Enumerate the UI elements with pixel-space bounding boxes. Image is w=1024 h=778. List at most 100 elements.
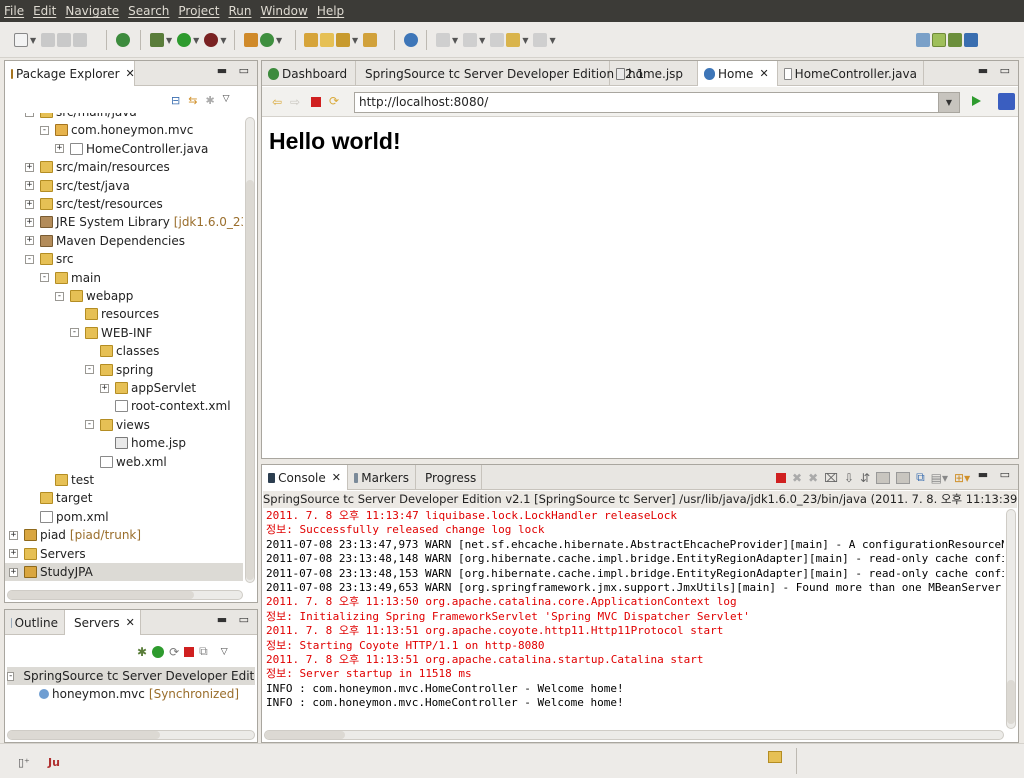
minimize-maximize-icon[interactable]: ▬ ▭	[978, 64, 1014, 77]
tree-item[interactable]: + Maven Dependencies	[25, 232, 185, 250]
minimize-maximize-icon[interactable]: ▬ ▭	[217, 613, 253, 626]
refresh-icon[interactable]: ⟳	[329, 94, 339, 108]
publish-icon[interactable]: ⧉	[199, 644, 208, 659]
go-icon[interactable]	[972, 96, 981, 106]
tree-item[interactable]: classes	[85, 342, 159, 360]
chevron-down-icon[interactable]: ▼	[193, 36, 199, 45]
expand-icon[interactable]: +	[9, 549, 18, 559]
tree-item[interactable]: + src/main/resources	[25, 158, 170, 176]
scroll-lock-icon[interactable]: ⇩	[844, 471, 854, 485]
scrollbar-thumb[interactable]	[265, 731, 345, 739]
collapse-all-icon[interactable]: ⊟	[171, 94, 180, 107]
menu-navigate[interactable]: Navigate	[65, 4, 119, 18]
menu-search[interactable]: Search	[128, 4, 169, 18]
debug-server-icon[interactable]: ✱	[137, 645, 147, 659]
task-icon[interactable]	[363, 33, 378, 47]
collapse-icon[interactable]: -	[25, 254, 34, 264]
menu-help[interactable]: Help	[317, 4, 344, 18]
menu-window[interactable]: Window	[260, 4, 307, 18]
scrollbar-thumb[interactable]	[8, 731, 160, 739]
tree-item[interactable]: target	[25, 489, 93, 507]
url-field[interactable]: http://localhost:8080/	[354, 92, 960, 113]
tree-item[interactable]: + JRE System Library[jdk1.6.0_23]	[25, 213, 243, 231]
tree-item[interactable]: home.jsp	[100, 434, 186, 452]
new-console-icon[interactable]: ⊞▾	[954, 471, 970, 485]
tree-item[interactable]: - main	[40, 269, 101, 287]
close-icon[interactable]: ✕	[126, 67, 135, 80]
show-stdout-icon[interactable]: ⇵	[860, 471, 870, 485]
minimize-maximize-icon[interactable]: ▬ ▭	[217, 64, 253, 77]
minimize-maximize-icon[interactable]: ▬ ▭	[978, 468, 1014, 481]
menu-run[interactable]: Run	[228, 4, 251, 18]
tree-item[interactable]: + Servers	[9, 545, 86, 563]
tree-item[interactable]: + piad [piad/trunk]	[9, 526, 141, 544]
junit-icon[interactable]: Ju	[48, 756, 60, 769]
tree-item[interactable]: - spring	[85, 361, 153, 379]
back-icon[interactable]	[506, 33, 521, 47]
server-row[interactable]: - SpringSource tc Server Developer Editi…	[7, 667, 255, 685]
tab-dashboard[interactable]: Dashboard	[262, 61, 356, 86]
expand-icon[interactable]: +	[55, 144, 64, 154]
tree-item[interactable]: - views	[85, 416, 150, 434]
tree-item[interactable]: + src/test/resources	[25, 195, 163, 213]
horizontal-scrollbar[interactable]	[7, 590, 243, 600]
tab-console[interactable]: Console ✕	[262, 465, 348, 490]
collapse-icon[interactable]: -	[70, 328, 79, 338]
vertical-scrollbar[interactable]	[245, 117, 255, 583]
print-icon[interactable]	[73, 33, 88, 47]
collapse-icon[interactable]: -	[55, 291, 64, 301]
tree-item[interactable]: - src/main/java	[25, 113, 137, 121]
tab-outline[interactable]: Outline	[5, 610, 65, 635]
stop-icon[interactable]	[311, 97, 321, 107]
tree-item[interactable]: - WEB-INF	[70, 324, 152, 342]
collapse-icon[interactable]: -	[25, 113, 34, 117]
close-icon[interactable]: ✕	[126, 616, 135, 629]
chevron-down-icon[interactable]: ▼	[549, 36, 555, 45]
close-icon[interactable]: ✕	[332, 471, 341, 484]
expand-icon[interactable]: +	[25, 181, 34, 191]
open-type-icon[interactable]	[304, 33, 318, 47]
open-perspective-icon[interactable]	[916, 33, 930, 47]
chevron-down-icon[interactable]: ▼	[30, 36, 36, 45]
terminate-icon[interactable]	[776, 472, 786, 483]
forward-icon[interactable]: ⇨	[290, 95, 300, 109]
horizontal-scrollbar[interactable]	[7, 730, 255, 740]
scrollbar-thumb[interactable]	[1007, 680, 1015, 724]
link-editor-icon[interactable]: ⇆	[188, 94, 197, 107]
profile-server-icon[interactable]: ⟳	[169, 645, 179, 659]
display-console-icon[interactable]: ⧉	[916, 470, 925, 485]
url-dropdown-button[interactable]: ▼	[938, 93, 959, 112]
tab-markers[interactable]: Markers	[348, 465, 416, 490]
last-edit-icon[interactable]	[490, 33, 505, 47]
tree-item[interactable]: + HomeController.java	[55, 140, 208, 158]
tree-item[interactable]: - webapp	[55, 287, 133, 305]
collapse-icon[interactable]: -	[85, 420, 94, 430]
chevron-down-icon[interactable]: ▼	[352, 36, 358, 45]
expand-icon[interactable]: +	[25, 162, 34, 172]
pencil-icon[interactable]	[336, 33, 350, 47]
menu-file[interactable]: File	[4, 4, 24, 18]
collapse-icon[interactable]: -	[85, 365, 94, 375]
debug-icon[interactable]	[150, 33, 164, 47]
collapse-icon[interactable]: -	[7, 671, 15, 681]
chevron-down-icon[interactable]: ▼	[166, 36, 172, 45]
start-server-icon[interactable]	[152, 645, 165, 658]
save-all-icon[interactable]	[57, 33, 72, 47]
collapse-icon[interactable]: -	[40, 273, 49, 283]
debug-perspective-icon[interactable]	[948, 33, 962, 47]
expand-icon[interactable]: +	[25, 217, 34, 227]
chevron-down-icon[interactable]: ▼	[522, 36, 528, 45]
close-icon[interactable]: ✕	[759, 67, 768, 80]
tree-item[interactable]: pom.xml	[25, 508, 109, 526]
stop-server-icon[interactable]	[184, 646, 195, 657]
expand-icon[interactable]: +	[25, 236, 34, 246]
globe-icon[interactable]	[404, 33, 418, 47]
java-perspective-icon[interactable]	[964, 33, 978, 47]
collapse-icon[interactable]: -	[40, 125, 49, 135]
expand-icon[interactable]: +	[9, 530, 18, 540]
fast-view-icon[interactable]: ▯⁺	[18, 756, 30, 769]
focus-icon[interactable]: ✱	[205, 94, 214, 107]
prev-annotation-icon[interactable]	[463, 33, 478, 47]
external-tools-icon[interactable]	[204, 33, 219, 47]
tab-servers[interactable]: Servers ✕	[65, 610, 141, 635]
